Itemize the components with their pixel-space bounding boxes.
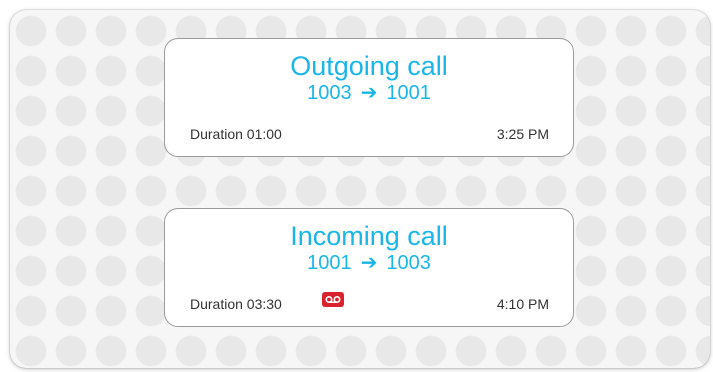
voicemail-icon[interactable] bbox=[322, 292, 344, 307]
right-arrow-icon: ➔ bbox=[360, 252, 378, 274]
call-card-incoming[interactable]: Incoming call 1001 ➔ 1003 Duration 03:30 4… bbox=[164, 208, 574, 327]
call-title: Outgoing call bbox=[290, 51, 448, 81]
call-duration: Duration 03:30 bbox=[190, 296, 282, 312]
call-title: Incoming call bbox=[290, 221, 448, 251]
call-time: 3:25 PM bbox=[496, 126, 549, 142]
call-from-number: 1001 bbox=[307, 252, 352, 274]
call-log-panel: Outgoing call 1003 ➔ 1001 Duration 01:00 3… bbox=[10, 10, 710, 368]
call-route: 1001 ➔ 1003 bbox=[165, 251, 573, 275]
call-to-number: 1001 bbox=[386, 82, 431, 104]
right-arrow-icon: ➔ bbox=[360, 82, 378, 104]
call-card-outgoing[interactable]: Outgoing call 1003 ➔ 1001 Duration 01:00 3… bbox=[164, 38, 574, 157]
call-to-number: 1003 bbox=[386, 252, 431, 274]
call-duration: Duration 01:00 bbox=[190, 126, 282, 142]
call-route: 1003 ➔ 1001 bbox=[165, 81, 573, 105]
call-from-number: 1003 bbox=[307, 82, 352, 104]
call-time: 4:10 PM bbox=[496, 296, 549, 312]
